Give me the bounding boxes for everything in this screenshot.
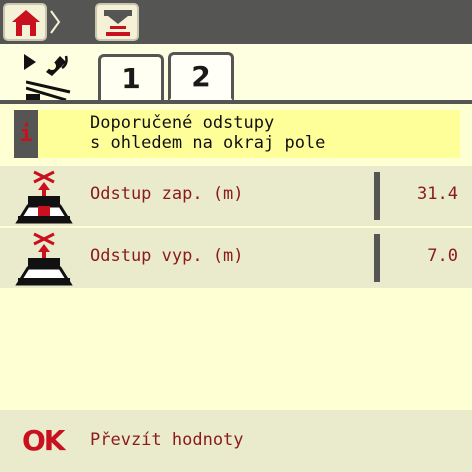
home-icon [12,10,40,36]
info-text: Doporučené odstupy s ohledem na okraj po… [90,113,325,153]
divider [374,172,380,220]
tab-underline [0,100,472,104]
tab-1-label: 1 [121,62,141,95]
info-icon: i [14,110,38,158]
tab-2-label: 2 [191,60,211,93]
ok-icon: OK [22,424,65,457]
distance-off-row[interactable]: Odstup vyp. (m) 7.0 [0,228,472,288]
distance-on-value: 31.4 [417,184,458,204]
field-border-icon [26,80,71,102]
distance-on-label: Odstup zap. (m) [90,184,244,204]
spreader-off-distance-icon [15,232,73,286]
tab-1[interactable]: 1 [98,54,164,100]
info-line-2: s ohledem na okraj pole [90,133,326,153]
divider [374,234,380,282]
info-marker: i [19,121,33,147]
accept-values-button[interactable]: OK Převzít hodnoty [0,410,472,472]
distance-on-row[interactable]: Odstup zap. (m) 31.4 [0,166,472,226]
tab-2[interactable]: 2 [168,52,234,102]
home-button[interactable] [3,3,47,41]
info-banner: i Doporučené odstupy s ohledem na okraj … [14,110,460,158]
info-line-1: Doporučené odstupy [90,113,275,133]
chevron-right-icon [50,10,61,34]
accept-values-label: Převzít hodnoty [90,430,244,450]
spreader-settings-button[interactable] [95,3,139,41]
spreader-settings-icon [104,10,132,36]
distance-off-value: 7.0 [427,246,458,266]
spreader-on-distance-icon [15,170,73,224]
distance-off-label: Odstup vyp. (m) [90,246,244,266]
gps-signal-icon [24,54,68,76]
top-bar [0,0,472,44]
